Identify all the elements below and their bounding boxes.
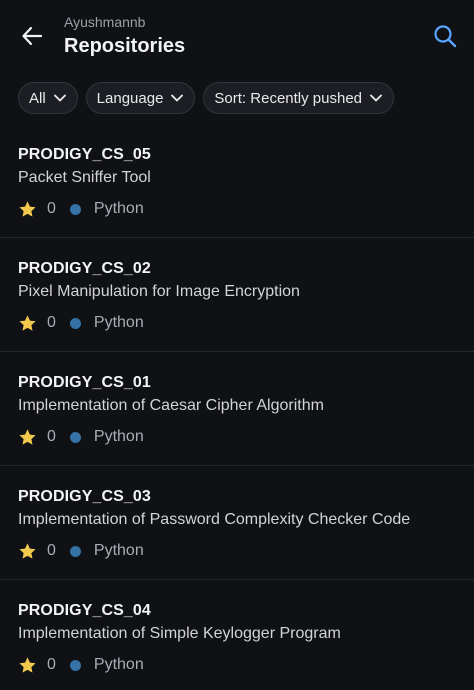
repo-name: PRODIGY_CS_01 <box>18 374 151 391</box>
repo-owner: Ayushmannb <box>64 14 146 30</box>
filter-bar: All Language Sort: Recently pushed <box>18 82 395 114</box>
star-icon <box>18 313 38 333</box>
repo-list-item[interactable]: PRODIGY_CS_05 Packet Sniffer Tool 0 Pyth… <box>0 124 474 238</box>
repo-name: PRODIGY_CS_04 <box>18 602 151 619</box>
filter-all-label: All <box>29 89 46 107</box>
back-button[interactable] <box>18 22 46 50</box>
filter-sort-chip[interactable]: Sort: Recently pushed <box>203 82 395 114</box>
star-icon <box>18 541 38 561</box>
repo-description: Packet Sniffer Tool <box>18 169 151 186</box>
filter-language-chip[interactable]: Language <box>85 82 196 114</box>
star-icon <box>18 199 38 219</box>
arrow-left-icon <box>22 26 43 46</box>
repo-meta: 0 Python <box>18 427 144 447</box>
chevron-down-icon <box>370 94 382 102</box>
repo-description: Pixel Manipulation for Image Encryption <box>18 283 300 300</box>
repo-language: Python <box>93 656 144 673</box>
language-color-dot <box>69 317 81 329</box>
search-icon <box>434 25 457 48</box>
filter-all-chip[interactable]: All <box>18 82 78 114</box>
repo-language: Python <box>93 542 144 559</box>
top-app-bar: Ayushmannb Repositories <box>0 0 474 74</box>
language-color-dot <box>69 203 81 215</box>
chevron-down-icon <box>171 94 184 102</box>
star-icon <box>18 427 38 447</box>
repo-meta: 0 Python <box>18 655 144 675</box>
repo-meta: 0 Python <box>18 541 144 561</box>
filter-language-label: Language <box>96 89 164 107</box>
language-color-dot <box>69 545 81 557</box>
page-title: Repositories <box>64 35 186 57</box>
repo-language: Python <box>93 200 144 217</box>
repo-language: Python <box>93 428 144 445</box>
filter-sort-label: Sort: Recently pushed <box>214 89 363 107</box>
repo-list-item[interactable]: PRODIGY_CS_03 Implementation of Password… <box>0 466 474 580</box>
star-count: 0 <box>47 314 56 331</box>
repo-name: PRODIGY_CS_03 <box>18 488 151 505</box>
star-count: 0 <box>47 200 56 217</box>
repo-list-item[interactable]: PRODIGY_CS_04 Implementation of Simple K… <box>0 580 474 690</box>
repo-language: Python <box>93 314 144 331</box>
star-count: 0 <box>47 542 56 559</box>
repo-meta: 0 Python <box>18 199 144 219</box>
star-icon <box>18 655 38 675</box>
repo-list-item[interactable]: PRODIGY_CS_02 Pixel Manipulation for Ima… <box>0 238 474 352</box>
repository-list: PRODIGY_CS_05 Packet Sniffer Tool 0 Pyth… <box>0 124 474 690</box>
repo-meta: 0 Python <box>18 313 144 333</box>
repo-name: PRODIGY_CS_05 <box>18 146 151 163</box>
language-color-dot <box>69 431 81 443</box>
repo-description: Implementation of Simple Keylogger Progr… <box>18 625 341 642</box>
app-root: Ayushmannb Repositories All Language Sor… <box>0 0 474 690</box>
repo-list-item[interactable]: PRODIGY_CS_01 Implementation of Caesar C… <box>0 352 474 466</box>
repo-name: PRODIGY_CS_02 <box>18 260 151 277</box>
star-count: 0 <box>47 428 56 445</box>
chevron-down-icon <box>53 94 66 102</box>
star-count: 0 <box>47 656 56 673</box>
language-color-dot <box>69 659 81 671</box>
repo-description: Implementation of Password Complexity Ch… <box>18 511 411 528</box>
search-button[interactable] <box>432 23 458 49</box>
repo-description: Implementation of Caesar Cipher Algorith… <box>18 397 324 414</box>
